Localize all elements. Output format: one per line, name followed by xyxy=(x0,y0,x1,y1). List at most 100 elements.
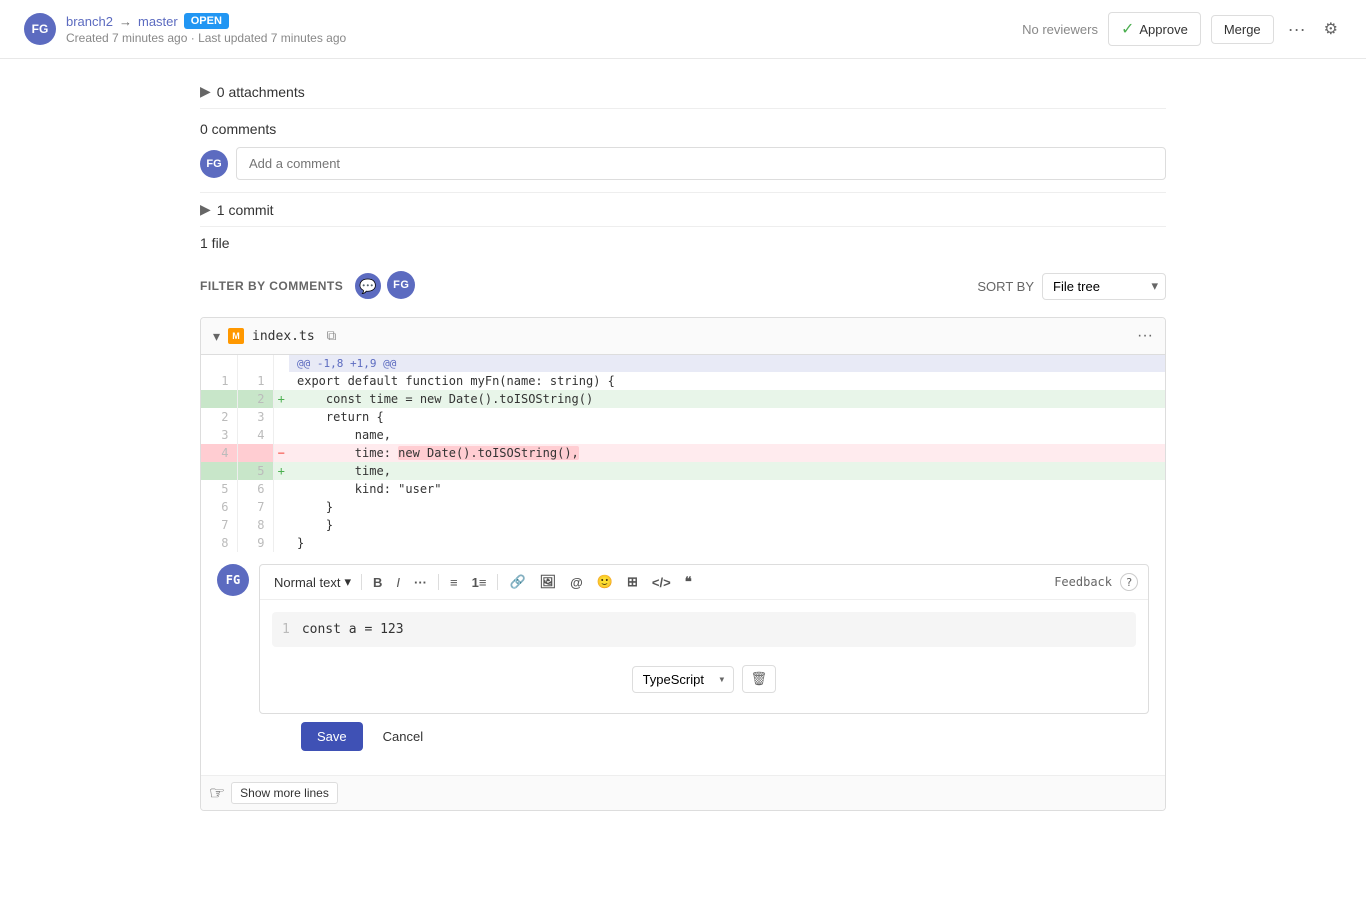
quote-button[interactable]: ❝ xyxy=(680,571,697,593)
filter-avatars: 💬 FG xyxy=(353,271,415,301)
hunk-marker xyxy=(273,355,289,372)
delete-code-block-button[interactable]: 🗑 xyxy=(742,665,777,693)
editor-actions: Save Cancel xyxy=(217,714,1149,763)
line-old-num: 6 xyxy=(201,498,237,516)
diff-container: ▾ M index.ts ⧉ ··· xyxy=(200,317,1166,811)
line-code: time, xyxy=(289,462,1165,480)
attachments-label: 0 attachments xyxy=(217,84,305,100)
line-marker xyxy=(273,534,289,552)
approve-label: Approve xyxy=(1139,22,1187,37)
sort-select[interactable]: File tree Alphabetical Changed lines xyxy=(1042,273,1166,300)
table-button[interactable]: ⊞ xyxy=(622,571,643,593)
comment-bubble-icon: 💬 xyxy=(359,278,377,295)
chevron-down-icon: ▾ xyxy=(344,574,351,590)
line-new-num: 7 xyxy=(237,498,273,516)
line-old-num xyxy=(201,390,237,408)
diff-more-button[interactable]: ··· xyxy=(1137,327,1153,345)
diff-line: 1 1 export default function myFn(name: s… xyxy=(201,372,1165,390)
merge-button[interactable]: Merge xyxy=(1211,15,1274,44)
comment-editor-inner: FG Normal text ▾ xyxy=(217,564,1149,714)
editor-avatar: FG xyxy=(217,564,249,596)
filter-user-avatar[interactable]: FG xyxy=(387,271,415,299)
line-new-num xyxy=(237,444,273,462)
code-line-num: 1 xyxy=(282,622,290,637)
collapse-button[interactable]: ▾ xyxy=(213,328,220,345)
image-button[interactable]: 🖼 xyxy=(535,571,562,593)
filename: index.ts xyxy=(252,329,315,344)
italic-button[interactable]: I xyxy=(391,572,405,593)
save-button[interactable]: Save xyxy=(301,722,363,751)
bold-button[interactable]: B xyxy=(368,572,387,593)
avatar: FG xyxy=(24,13,56,45)
editor-content: 1const a = 123 TypeScript JavaScript xyxy=(260,600,1148,713)
line-marker xyxy=(273,426,289,444)
diff-line: 3 4 name, xyxy=(201,426,1165,444)
line-marker: + xyxy=(273,390,289,408)
branch-from: branch2 xyxy=(66,14,113,29)
code-block-editor[interactable]: 1const a = 123 xyxy=(272,612,1136,647)
line-code: time: new Date().toISOString(), xyxy=(289,444,1165,462)
diff-line: 8 9 } xyxy=(201,534,1165,552)
code-button[interactable]: </> xyxy=(647,572,676,593)
comment-editor-cell: FG Normal text ▾ xyxy=(201,552,1165,775)
filter-comment-icon[interactable]: 💬 xyxy=(353,271,383,301)
link-button[interactable]: 🔗 xyxy=(504,571,530,593)
line-code: } xyxy=(289,516,1165,534)
diff-table: @@ -1,8 +1,9 @@ 1 1 export default funct… xyxy=(201,355,1165,775)
help-label[interactable]: ? xyxy=(1120,573,1138,591)
filter-bar: FILTER BY COMMENTS 💬 FG SORT BY File tre… xyxy=(200,263,1166,317)
toolbar-feedback: Feedback ? xyxy=(1054,573,1138,591)
mention-button[interactable]: @ xyxy=(565,572,588,593)
line-code: const time = new Date().toISOString() xyxy=(289,390,1165,408)
approve-button[interactable]: ✓ Approve xyxy=(1108,12,1201,46)
cursor-icon: ☞ xyxy=(209,783,225,804)
cancel-button[interactable]: Cancel xyxy=(371,722,435,751)
feedback-label: Feedback xyxy=(1054,575,1112,589)
line-marker xyxy=(273,498,289,516)
text-format-label: Normal text xyxy=(274,575,340,590)
hunk-old-num xyxy=(201,355,237,372)
line-new-num: 6 xyxy=(237,480,273,498)
chevron-right-icon-commits[interactable]: ▶ xyxy=(200,201,211,218)
hunk-new-num xyxy=(237,355,273,372)
line-marker xyxy=(273,408,289,426)
line-marker: + xyxy=(273,462,289,480)
hunk-content: @@ -1,8 +1,9 @@ xyxy=(289,355,1165,372)
sort-label: SORT BY xyxy=(977,279,1034,294)
show-more-row[interactable]: ☞ Show more lines xyxy=(201,775,1165,810)
toolbar-divider-2 xyxy=(438,574,439,590)
line-old-num: 5 xyxy=(201,480,237,498)
line-old-num: 3 xyxy=(201,426,237,444)
settings-button[interactable]: ⚙ xyxy=(1320,15,1342,43)
diff-header-right: ··· xyxy=(1137,327,1153,345)
line-code: return { xyxy=(289,408,1165,426)
text-format-select[interactable]: Normal text ▾ xyxy=(270,572,355,592)
line-old-num: 8 xyxy=(201,534,237,552)
show-more-lines-button[interactable]: Show more lines xyxy=(231,782,338,804)
comment-input[interactable] xyxy=(236,147,1166,180)
more-options-button[interactable]: ··· xyxy=(1284,15,1310,44)
comments-count: 0 comments xyxy=(200,121,1166,137)
ordered-list-button[interactable]: 1≡ xyxy=(467,572,492,593)
attachments-section: ▶ 0 attachments xyxy=(200,75,1166,109)
line-marker xyxy=(273,372,289,390)
line-new-num: 1 xyxy=(237,372,273,390)
unordered-list-button[interactable]: ≡ xyxy=(445,572,463,593)
emoji-button[interactable]: 🙂 xyxy=(592,571,618,593)
lang-select: TypeScript JavaScript Python HTML CSS xyxy=(632,665,734,693)
copy-path-button[interactable]: ⧉ xyxy=(323,326,341,346)
language-select[interactable]: TypeScript JavaScript Python HTML CSS xyxy=(632,666,734,693)
line-old-num xyxy=(201,462,237,480)
chevron-right-icon[interactable]: ▶ xyxy=(200,83,211,100)
file-modified-icon: M xyxy=(228,328,244,344)
diff-hunk-row: @@ -1,8 +1,9 @@ xyxy=(201,355,1165,372)
diff-line: 7 8 } xyxy=(201,516,1165,534)
diff-line-added: 2 + const time = new Date().toISOString(… xyxy=(201,390,1165,408)
more-format-button[interactable]: ··· xyxy=(409,572,432,593)
line-new-num: 3 xyxy=(237,408,273,426)
line-marker xyxy=(273,480,289,498)
main-content: ▶ 0 attachments 0 comments FG ▶ 1 commit… xyxy=(0,59,1366,851)
line-marker xyxy=(273,516,289,534)
files-count: 1 file xyxy=(200,235,1166,251)
pr-header-left: FG branch2 → master OPEN Created 7 minut… xyxy=(24,13,346,45)
